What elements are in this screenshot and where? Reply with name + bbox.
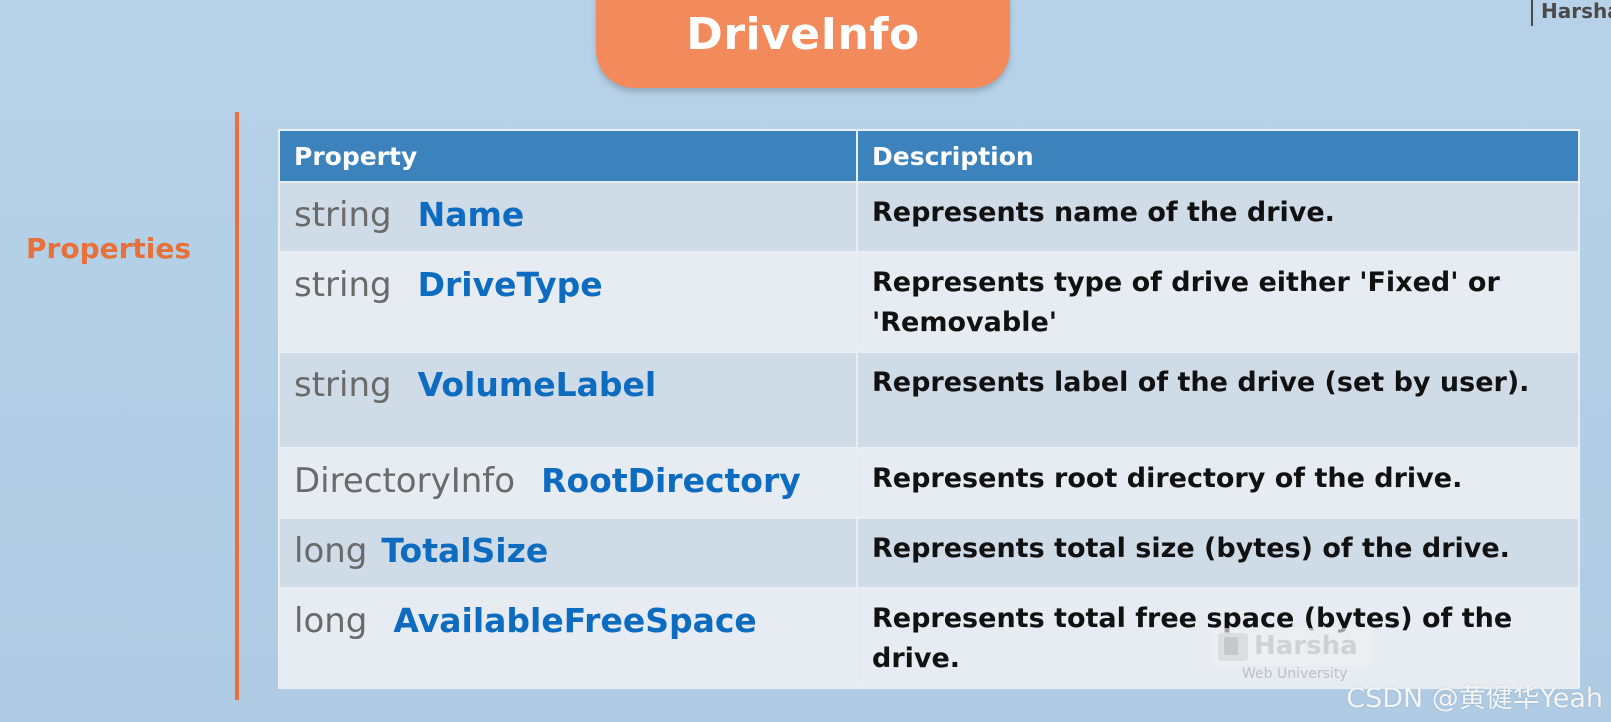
csdn-watermark: CSDN @黄健华Yeah — [1346, 683, 1603, 714]
property-name: Name — [417, 195, 525, 234]
description-cell: Represents root directory of the drive. — [856, 447, 1580, 519]
property-description: Represents type of drive either 'Fixed' … — [872, 267, 1500, 338]
table-row: string VolumeLabel Represents label of th… — [278, 351, 1580, 449]
description-cell: Represents type of drive either 'Fixed' … — [856, 251, 1580, 353]
property-type: string — [294, 365, 392, 405]
property-description: Represents name of the drive. — [872, 197, 1335, 228]
table-row: DirectoryInfo RootDirectory Represents ro… — [278, 447, 1580, 519]
section-divider — [235, 112, 239, 700]
property-description: Represents root directory of the drive. — [872, 463, 1463, 494]
watermark-logo-text: Harsha — [1254, 631, 1358, 661]
property-name: RootDirectory — [541, 461, 801, 500]
property-cell: string DriveType — [278, 251, 858, 353]
column-header-description: Description — [856, 129, 1580, 183]
property-type: string — [294, 195, 392, 235]
section-label: Properties — [26, 232, 192, 265]
table-row: long AvailableFreeSpace Represents total … — [278, 587, 1580, 689]
property-cell: string VolumeLabel — [278, 351, 858, 449]
property-description: Represents label of the drive (set by us… — [872, 367, 1530, 398]
harsha-logo-icon — [1218, 633, 1248, 661]
title-banner: DriveInfo — [596, 0, 1010, 88]
property-type: string — [294, 265, 392, 305]
property-type: long — [294, 601, 368, 641]
table-row: string Name Represents name of the drive. — [278, 181, 1580, 253]
property-cell: string Name — [278, 181, 858, 253]
property-name: TotalSize — [381, 531, 549, 570]
description-cell: Represents total size (bytes) of the dri… — [856, 517, 1580, 589]
property-name: AvailableFreeSpace — [393, 601, 757, 640]
property-description: Represents total size (bytes) of the dri… — [872, 533, 1510, 564]
watermark-logo-subtext: Web University — [1242, 666, 1348, 682]
table-header-row: Property Description — [278, 129, 1580, 183]
property-name: VolumeLabel — [417, 365, 657, 404]
property-name: DriveType — [417, 265, 603, 304]
description-cell: Represents label of the drive (set by us… — [856, 351, 1580, 449]
property-cell: long AvailableFreeSpace — [278, 587, 858, 689]
property-type: DirectoryInfo — [294, 461, 516, 501]
slide: DriveInfo Harsha Properties Property Des… — [0, 0, 1611, 722]
property-cell: DirectoryInfo RootDirectory — [278, 447, 858, 519]
table-row: long TotalSize Represents total size (byt… — [278, 517, 1580, 589]
property-type: long — [294, 531, 368, 571]
properties-table: Property Description string Name Represen… — [278, 129, 1580, 689]
slide-title: DriveInfo — [686, 9, 920, 60]
brand-corner: Harsha — [1531, 0, 1611, 26]
property-cell: long TotalSize — [278, 517, 858, 589]
description-cell: Represents name of the drive. — [856, 181, 1580, 253]
properties-table-container: Property Description string Name Represen… — [278, 129, 1580, 689]
column-header-property: Property — [278, 129, 858, 183]
table-row: string DriveType Represents type of drive… — [278, 251, 1580, 353]
